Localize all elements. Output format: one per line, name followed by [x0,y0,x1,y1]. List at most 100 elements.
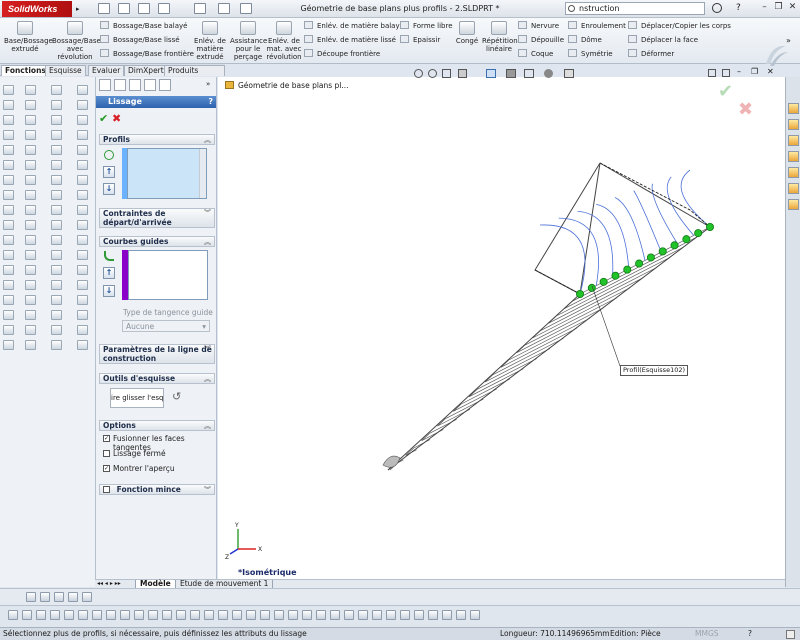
guide-curves-list[interactable] [128,250,208,300]
view-palette-icon[interactable] [788,167,799,178]
select-icon[interactable] [218,3,230,14]
profiles-list[interactable] [127,148,207,199]
profile-selection-node[interactable] [635,259,644,268]
tool-icon[interactable] [77,145,88,155]
solidworks-resources-icon[interactable] [788,103,799,114]
tool-icon[interactable] [25,85,36,95]
tool-icon[interactable] [25,160,36,170]
tool-icon[interactable] [25,295,36,305]
move-up-button[interactable]: ↑ [103,166,115,178]
tool-icon[interactable] [51,190,62,200]
profile-selection-node[interactable] [611,271,620,280]
graphics-area[interactable]: Géometrie de base plans pl... – ❐ ✕ ✔ ✖ … [218,67,785,580]
sketch-tool-icon[interactable] [8,610,18,620]
tool-icon[interactable] [77,130,88,140]
sketch-tool-icon[interactable] [414,610,424,620]
toolbar-icon[interactable] [54,592,64,602]
logo-menu-arrow-icon[interactable]: ▸ [76,5,80,13]
pm-help-icon[interactable]: ? [208,96,213,108]
profile-selection-node[interactable] [587,283,596,292]
thin-feature-checkbox[interactable] [103,486,110,493]
guide-move-down-button[interactable]: ↓ [103,285,115,297]
tool-icon[interactable] [3,100,14,110]
ribbon-expand-icon[interactable]: » [786,36,791,45]
section-fonction-mince[interactable]: Fonction mince ︾ [99,484,215,495]
tool-icon[interactable] [51,130,62,140]
sketch-tool-icon[interactable] [372,610,382,620]
guide-move-up-button[interactable]: ↑ [103,267,115,279]
tool-icon[interactable] [25,250,36,260]
tool-icon[interactable] [25,220,36,230]
profile-selection-node[interactable] [658,247,667,256]
sketch-tool-icon[interactable] [330,610,340,620]
toolbar-icon[interactable] [82,592,92,602]
section-parametres[interactable]: Paramètres de la ligne de construction ︾ [99,344,215,364]
closed-loft-checkbox[interactable] [103,450,110,457]
sketch-tool-icon[interactable] [78,610,88,620]
section-courbes-guides[interactable]: Courbes guides ︽ [99,236,215,247]
extrude-button[interactable]: Base/Bossage extrudé [4,21,53,53]
deform-button[interactable]: Déformer [628,49,748,60]
tool-icon[interactable] [3,130,14,140]
tool-icon[interactable] [77,325,88,335]
minimize-button[interactable]: – [758,2,771,14]
tool-icon[interactable] [25,100,36,110]
rib-button[interactable]: Nervure [518,21,568,32]
profile-callout[interactable]: Profil(Esquisse102) [620,365,689,376]
tool-icon[interactable] [77,265,88,275]
fillet-button[interactable]: Congé [454,21,480,45]
sketch-tool-icon[interactable] [92,610,102,620]
dimxpert-tab-icon[interactable] [144,79,156,91]
sketch-tool-icon[interactable] [106,610,116,620]
mirror-button[interactable]: Symétrie [568,49,626,60]
thicken-button[interactable]: Epaissir [400,35,452,46]
hole-wizard-button[interactable]: Assistance pour le perçage [230,21,267,61]
status-rebuild-icon[interactable] [786,630,795,639]
undo-icon[interactable] [194,3,206,14]
tool-icon[interactable] [77,250,88,260]
status-units[interactable]: MMGS [695,628,719,640]
sketch-tool-icon[interactable] [176,610,186,620]
toolbar-icon[interactable] [68,592,78,602]
status-help-icon[interactable]: ? [748,628,752,640]
tool-icon[interactable] [3,190,14,200]
panel-expand-icon[interactable]: » [206,80,210,88]
tool-icon[interactable] [51,235,62,245]
profile-selection-node[interactable] [670,241,679,250]
tool-icon[interactable] [25,190,36,200]
viewport-restore-icon[interactable]: ❐ [751,67,758,76]
tool-icon[interactable] [77,280,88,290]
tool-icon[interactable] [77,310,88,320]
sketch-tool-icon[interactable] [134,610,144,620]
tool-icon[interactable] [25,265,36,275]
tool-icon[interactable] [25,280,36,290]
profile-selection-node[interactable] [623,265,632,274]
tool-icon[interactable] [51,220,62,230]
sketch-tool-icon[interactable] [316,610,326,620]
tool-icon[interactable] [51,280,62,290]
tool-icon[interactable] [3,115,14,125]
tool-icon[interactable] [3,295,14,305]
sketch-tool-icon[interactable] [246,610,256,620]
freeform-button[interactable]: Forme libre [400,21,453,32]
move-face-button[interactable]: Déplacer la face [628,35,748,46]
tool-icon[interactable] [77,175,88,185]
tool-icon[interactable] [51,175,62,185]
tool-icon[interactable] [77,115,88,125]
tool-icon[interactable] [77,190,88,200]
tool-icon[interactable] [51,85,62,95]
sketch-tool-icon[interactable] [456,610,466,620]
tool-icon[interactable] [3,235,14,245]
sketch-tool-icon[interactable] [428,610,438,620]
custom-properties-icon[interactable] [788,199,799,210]
tool-icon[interactable] [25,340,36,350]
close-button[interactable]: ✕ [786,2,799,14]
rebuild-icon[interactable] [240,3,252,14]
profiles-scrollbar[interactable] [199,149,206,198]
tool-icon[interactable] [77,220,88,230]
configuration-tab-icon[interactable] [129,79,141,91]
section-contraintes[interactable]: Contraintes de départ/d'arrivée ︾ [99,208,215,228]
tool-icon[interactable] [51,145,62,155]
sketch-tool-icon[interactable] [288,610,298,620]
loft-preview[interactable] [218,77,785,580]
